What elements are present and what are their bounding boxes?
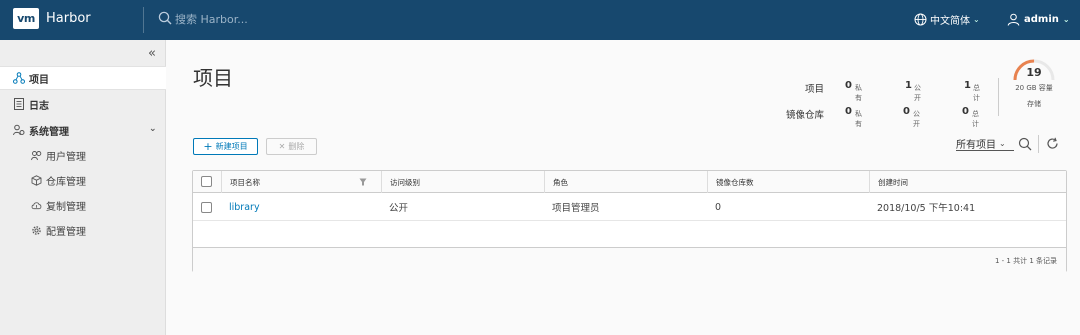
table-header: 项目名称 访问级别 角色 镜像仓库数 创建时间 bbox=[193, 171, 1066, 193]
delete-label: 删除 bbox=[288, 142, 305, 151]
project-filter-select[interactable]: 所有项目 ⌄ bbox=[956, 137, 1014, 151]
replication-icon bbox=[31, 200, 42, 211]
created-time-cell: 2018/10/5 下午10:41 bbox=[877, 203, 976, 214]
filter-value: 所有项目 bbox=[956, 140, 996, 151]
sidebar-subitem-label: 复制管理 bbox=[46, 201, 86, 213]
sidebar-subitem-registry[interactable]: 仓库管理 bbox=[0, 169, 166, 191]
search-icon[interactable] bbox=[1018, 137, 1032, 151]
app-title[interactable]: Harbor bbox=[46, 11, 91, 26]
role-cell: 项目管理员 bbox=[552, 203, 600, 214]
sidebar-item-admin[interactable]: 系统管理 ⌄ bbox=[0, 118, 166, 142]
filter-icon[interactable] bbox=[359, 178, 367, 186]
column-header-role[interactable]: 角色 bbox=[544, 171, 707, 193]
user-icon bbox=[1007, 13, 1020, 26]
vmware-logo[interactable]: vm bbox=[13, 8, 39, 29]
plus-icon: + bbox=[203, 140, 213, 153]
table-row[interactable]: library 公开 项目管理员 0 2018/10/5 下午10:41 bbox=[193, 193, 1066, 221]
column-header-name[interactable]: 项目名称 bbox=[221, 171, 381, 193]
config-icon bbox=[31, 225, 42, 236]
sidebar-subitem-replication[interactable]: 复制管理 bbox=[0, 194, 166, 216]
delete-button[interactable]: ✕ 删除 bbox=[266, 138, 317, 155]
sidebar-item-logs[interactable]: 日志 bbox=[0, 92, 166, 116]
sidebar-item-label: 系统管理 bbox=[29, 126, 69, 138]
users-icon bbox=[31, 150, 42, 161]
total-unit: 总计 bbox=[972, 110, 979, 128]
repos-total-count: 0 bbox=[962, 106, 969, 117]
summary-repos-label: 镜像仓库 bbox=[785, 110, 824, 121]
table-footer: 1 - 1 共计 1 条记录 bbox=[193, 247, 1066, 272]
projects-table: 项目名称 访问级别 角色 镜像仓库数 创建时间 library 公开 项目管理员… bbox=[192, 170, 1067, 272]
globe-icon bbox=[914, 13, 927, 25]
sidebar-subitem-label: 用户管理 bbox=[46, 151, 86, 163]
refresh-icon[interactable] bbox=[1046, 137, 1059, 150]
column-header-repo-count[interactable]: 镜像仓库数 bbox=[707, 171, 869, 193]
private-unit: 私有 bbox=[855, 110, 862, 128]
sidebar-item-label: 项目 bbox=[29, 74, 49, 86]
projects-private-count: 0 bbox=[845, 80, 852, 91]
sidebar: « 项目 日志 系统管理 ⌄ 用户管理 仓库管理 复制管理 配置管理 bbox=[0, 40, 166, 335]
public-unit: 公开 bbox=[913, 110, 920, 128]
projects-icon bbox=[13, 72, 25, 84]
quota-capacity: 20 GB 容量 bbox=[1015, 84, 1053, 92]
quota-label: 存储 bbox=[1027, 100, 1041, 108]
user-menu[interactable]: admin ⌄ bbox=[1007, 10, 1070, 28]
sidebar-item-label: 日志 bbox=[29, 100, 49, 112]
new-project-button[interactable]: + 新建项目 bbox=[193, 138, 258, 155]
global-search-input[interactable] bbox=[175, 10, 435, 28]
quota-divider bbox=[998, 78, 999, 116]
repos-public-count: 0 bbox=[903, 106, 910, 117]
registry-icon bbox=[31, 174, 42, 186]
sidebar-item-projects[interactable]: 项目 bbox=[0, 66, 166, 90]
access-level-cell: 公开 bbox=[389, 203, 409, 214]
select-all-checkbox[interactable] bbox=[201, 176, 212, 187]
row-checkbox[interactable] bbox=[201, 202, 212, 213]
sidebar-subitem-config[interactable]: 配置管理 bbox=[0, 219, 166, 241]
search-icon bbox=[158, 11, 172, 25]
column-header-access[interactable]: 访问级别 bbox=[381, 171, 544, 193]
sidebar-subitem-label: 仓库管理 bbox=[46, 176, 86, 188]
close-icon: ✕ bbox=[278, 142, 286, 151]
top-header: vm Harbor 中文简体 ⌄ admin ⌄ bbox=[0, 0, 1080, 40]
page-title: 项目 bbox=[193, 66, 233, 90]
quota-count: 19 bbox=[1026, 66, 1042, 79]
repo-count-cell: 0 bbox=[715, 201, 722, 213]
projects-total-count: 1 bbox=[964, 80, 971, 91]
private-unit: 私有 bbox=[855, 84, 862, 102]
username: admin bbox=[1024, 13, 1059, 25]
public-unit: 公开 bbox=[914, 84, 921, 102]
chevron-down-icon: ⌄ bbox=[973, 14, 980, 24]
chevron-down-icon: ⌄ bbox=[999, 139, 1006, 148]
pagination-summary: 1 - 1 共计 1 条记录 bbox=[994, 257, 1057, 265]
projects-public-count: 1 bbox=[905, 80, 912, 91]
sidebar-subitem-users[interactable]: 用户管理 bbox=[0, 144, 166, 166]
collapse-sidebar-button[interactable]: « bbox=[148, 46, 156, 61]
language-label: 中文简体 bbox=[930, 15, 970, 27]
admin-icon bbox=[13, 124, 25, 136]
new-project-label: 新建项目 bbox=[215, 142, 248, 151]
header-divider bbox=[143, 7, 144, 33]
column-header-created[interactable]: 创建时间 bbox=[869, 171, 1066, 193]
repos-private-count: 0 bbox=[845, 106, 852, 117]
toolbar-divider bbox=[1038, 135, 1039, 153]
summary-projects-label: 项目 bbox=[804, 84, 824, 95]
project-name-link[interactable]: library bbox=[221, 193, 260, 221]
chevron-down-icon[interactable]: ⌄ bbox=[149, 124, 157, 134]
total-unit: 总计 bbox=[973, 84, 980, 102]
sidebar-subitem-label: 配置管理 bbox=[46, 226, 86, 238]
chevron-down-icon: ⌄ bbox=[1062, 14, 1070, 24]
logs-icon bbox=[13, 98, 25, 110]
language-switch[interactable]: 中文简体 ⌄ bbox=[914, 10, 980, 28]
